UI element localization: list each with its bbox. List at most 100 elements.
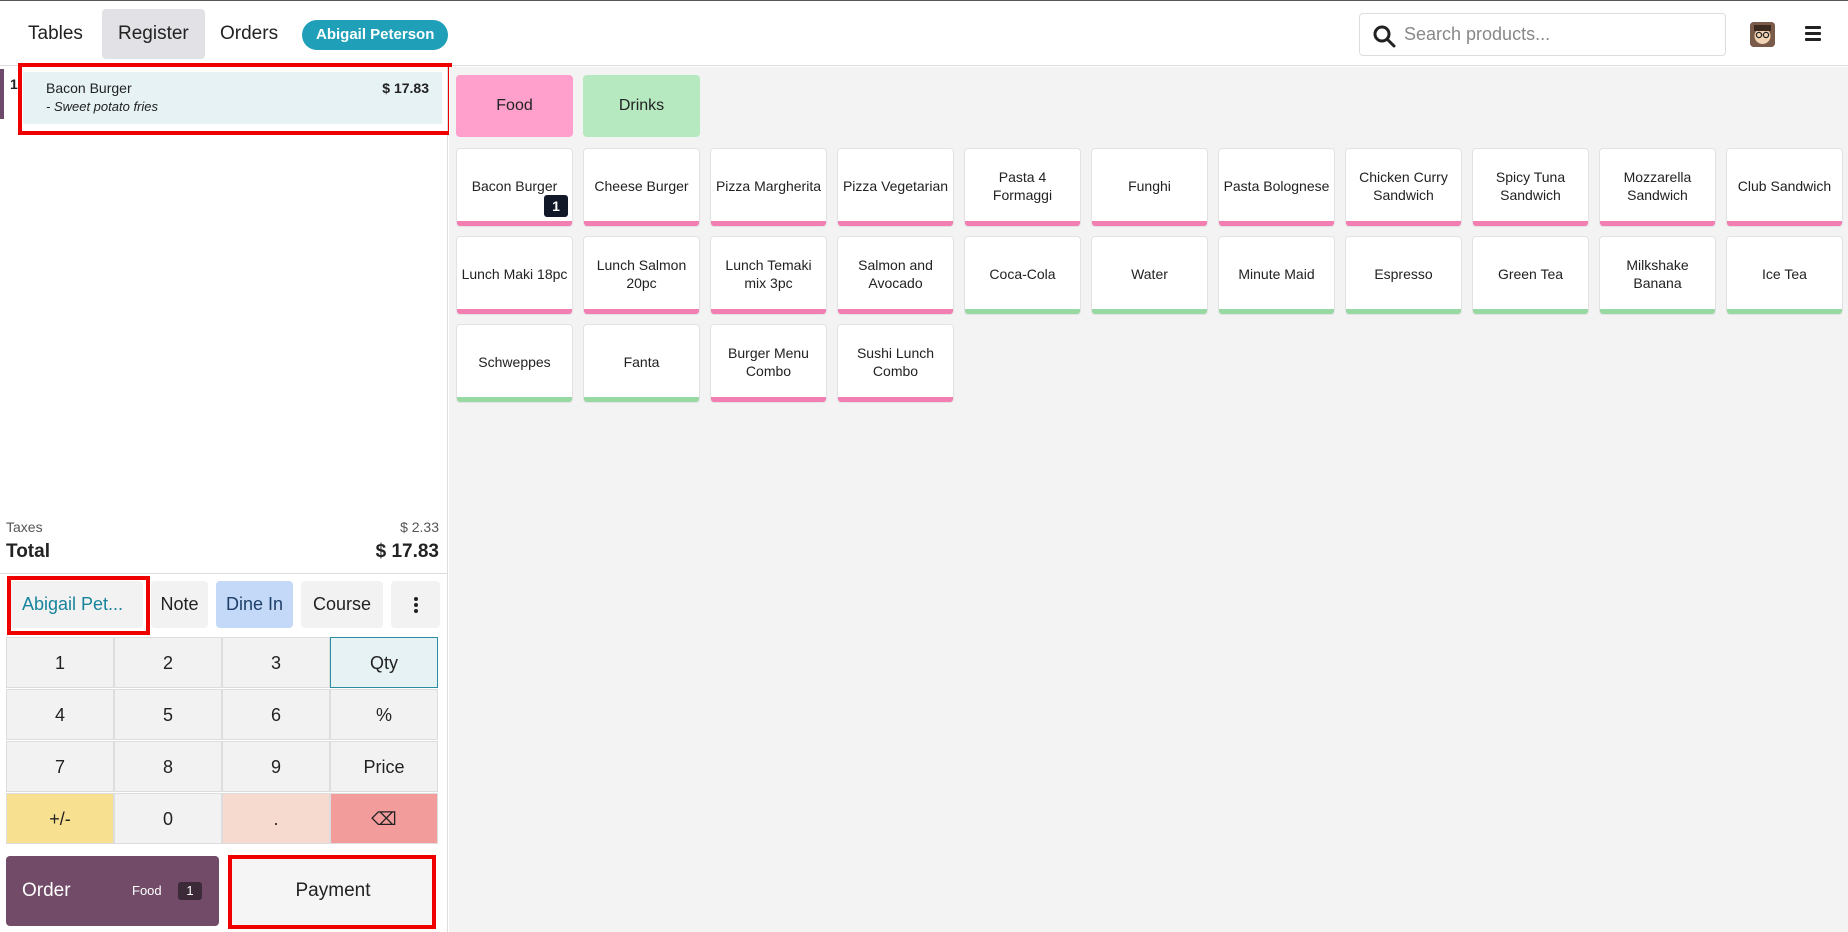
product-category-bar — [965, 309, 1080, 314]
line-product-name: Bacon Burger — [46, 80, 132, 96]
product-category-bar — [965, 221, 1080, 226]
product-name: Ice Tea — [1762, 265, 1807, 282]
payment-button[interactable]: Payment — [232, 856, 434, 926]
more-actions-button[interactable] — [391, 581, 440, 628]
order-category: Food — [132, 883, 162, 898]
numpad-key-decimal[interactable]: . — [222, 793, 330, 844]
numpad-key-7[interactable]: 7 — [6, 741, 114, 792]
divider — [0, 573, 448, 574]
product-card[interactable]: Pizza Vegetarian — [837, 148, 954, 227]
product-name: Green Tea — [1497, 265, 1564, 282]
dine-in-button[interactable]: Dine In — [216, 581, 293, 628]
hamburger-menu-icon[interactable] — [1805, 24, 1825, 42]
order-button[interactable]: Order Food 1 — [6, 856, 219, 926]
product-card[interactable]: Pasta 4 Formaggi — [964, 148, 1081, 227]
product-category-bar — [1727, 221, 1842, 226]
product-name: Mozzarella Sandwich — [1623, 168, 1692, 203]
taxes-value: $ 2.33 — [400, 519, 439, 535]
numpad-key-0[interactable]: 0 — [114, 793, 222, 844]
numpad-key-3[interactable]: 3 — [222, 637, 330, 688]
numpad-key-qty[interactable]: Qty — [330, 637, 438, 688]
category-food[interactable]: Food — [456, 75, 573, 137]
product-card[interactable]: Spicy Tuna Sandwich — [1472, 148, 1589, 227]
product-card[interactable]: Mozzarella Sandwich — [1599, 148, 1716, 227]
product-card[interactable]: Salmon and Avocado — [837, 236, 954, 315]
backspace-icon[interactable]: ⌫ — [330, 793, 438, 844]
numpad-key-4[interactable]: 4 — [6, 689, 114, 740]
product-card[interactable]: Chicken Curry Sandwich — [1345, 148, 1462, 227]
numpad: 1 2 3 Qty 4 5 6 % 7 8 9 Price +/- 0 . ⌫ — [6, 637, 440, 847]
numpad-key-2[interactable]: 2 — [114, 637, 222, 688]
product-card[interactable]: Minute Maid — [1218, 236, 1335, 315]
top-bar: Tables Register Orders Abigail Peterson … — [0, 0, 1848, 66]
product-category-bar — [711, 397, 826, 402]
product-name: Club Sandwich — [1737, 177, 1832, 194]
product-card[interactable]: Pasta Bolognese — [1218, 148, 1335, 227]
product-card[interactable]: Cheese Burger — [583, 148, 700, 227]
search-input[interactable]: Search products... — [1404, 14, 1550, 55]
product-category-bar — [838, 397, 953, 402]
taxes-label: Taxes — [6, 519, 43, 535]
search-box[interactable]: Search products... — [1359, 13, 1726, 56]
customer-button[interactable]: Abigail Pet... — [10, 581, 143, 628]
tab-tables[interactable]: Tables — [12, 9, 99, 59]
product-name: Spicy Tuna Sandwich — [1495, 168, 1566, 203]
product-card[interactable]: Water — [1091, 236, 1208, 315]
product-category-bar — [1600, 309, 1715, 314]
product-category-bar — [1473, 309, 1588, 314]
user-badge[interactable]: Abigail Peterson — [302, 20, 449, 50]
line-selection-marker — [0, 69, 4, 119]
product-category-bar — [584, 397, 699, 402]
course-button[interactable]: Course — [301, 581, 383, 628]
product-name: Burger Menu Combo — [728, 344, 809, 379]
product-card[interactable]: Bacon Burger 1 — [456, 148, 573, 227]
product-name: Milkshake Banana — [1626, 256, 1689, 291]
product-name: Espresso — [1374, 265, 1433, 282]
numpad-key-8[interactable]: 8 — [114, 741, 222, 792]
product-name: Cheese Burger — [594, 177, 689, 194]
product-card[interactable]: Sushi Lunch Combo — [837, 324, 954, 403]
tab-register[interactable]: Register — [102, 9, 205, 59]
numpad-key-9[interactable]: 9 — [222, 741, 330, 792]
numpad-key-1[interactable]: 1 — [6, 637, 114, 688]
product-card[interactable]: Lunch Maki 18pc — [456, 236, 573, 315]
product-card[interactable]: Ice Tea — [1726, 236, 1843, 315]
product-card[interactable]: Green Tea — [1472, 236, 1589, 315]
product-card[interactable]: Espresso — [1345, 236, 1462, 315]
avatar[interactable] — [1750, 22, 1775, 47]
product-card[interactable]: Lunch Salmon 20pc — [583, 236, 700, 315]
product-name: Lunch Salmon 20pc — [596, 256, 687, 291]
product-category-bar — [457, 221, 572, 226]
product-category-bar — [457, 397, 572, 402]
product-card[interactable]: Burger Menu Combo — [710, 324, 827, 403]
tab-orders[interactable]: Orders — [204, 9, 294, 59]
total-value: $ 17.83 — [375, 541, 439, 562]
product-category-bar — [1346, 221, 1461, 226]
numpad-key-price[interactable]: Price — [330, 741, 438, 792]
product-card[interactable]: Club Sandwich — [1726, 148, 1843, 227]
numpad-key-discount[interactable]: % — [330, 689, 438, 740]
product-category-bar — [711, 221, 826, 226]
numpad-key-plus-minus[interactable]: +/- — [6, 793, 114, 844]
search-icon — [1373, 25, 1396, 48]
category-drinks[interactable]: Drinks — [583, 75, 700, 137]
order-count-badge: 1 — [178, 882, 202, 900]
product-name: Lunch Temaki mix 3pc — [725, 256, 812, 291]
product-name: Pasta Bolognese — [1223, 177, 1330, 194]
product-card[interactable]: Pizza Margherita — [710, 148, 827, 227]
total-label: Total — [6, 541, 50, 562]
numpad-key-5[interactable]: 5 — [114, 689, 222, 740]
product-card[interactable]: Fanta — [583, 324, 700, 403]
product-card[interactable]: Funghi — [1091, 148, 1208, 227]
product-card[interactable]: Coca-Cola — [964, 236, 1081, 315]
order-panel: 1 Bacon Burger $ 17.83 - Sweet potato fr… — [0, 63, 452, 932]
numpad-key-6[interactable]: 6 — [222, 689, 330, 740]
product-category-bar — [1727, 309, 1842, 314]
note-button[interactable]: Note — [151, 581, 208, 628]
product-name: Schweppes — [478, 353, 551, 370]
order-line[interactable]: Bacon Burger $ 17.83 - Sweet potato frie… — [23, 72, 442, 124]
product-card[interactable]: Milkshake Banana — [1599, 236, 1716, 315]
product-name: Salmon and Avocado — [858, 256, 933, 291]
product-card[interactable]: Lunch Temaki mix 3pc — [710, 236, 827, 315]
product-card[interactable]: Schweppes — [456, 324, 573, 403]
